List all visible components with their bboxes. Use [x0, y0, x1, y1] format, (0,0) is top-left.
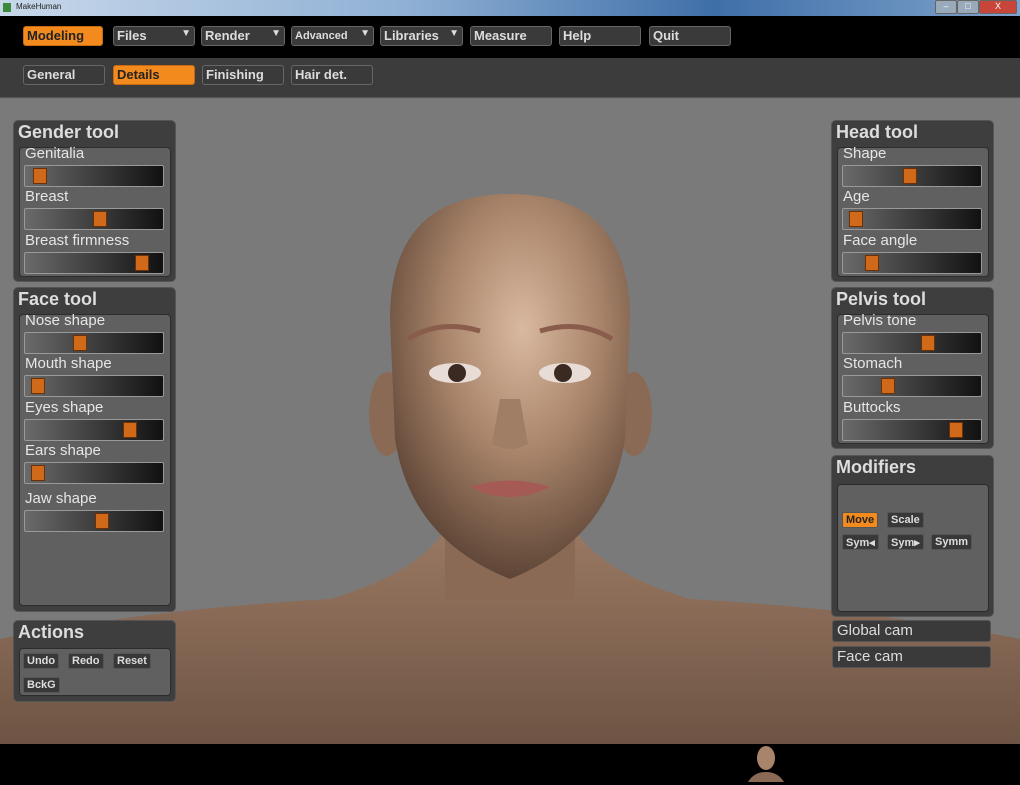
menu-label: Modeling: [27, 28, 85, 43]
slider-thumb[interactable]: [30, 378, 45, 394]
model-thumbnail[interactable]: [746, 744, 786, 782]
stomach-slider[interactable]: [842, 375, 982, 397]
slider-thumb[interactable]: [135, 255, 149, 271]
modifiers-group: Move Scale Sym◂ Sym▸ Symm: [837, 484, 989, 612]
menu-modeling[interactable]: Modeling: [23, 26, 103, 46]
breast-slider[interactable]: [24, 208, 164, 230]
bottom-bar: [0, 744, 1020, 785]
panel-title: Head tool: [836, 122, 919, 142]
menu-label: Advanced: [295, 30, 348, 42]
slider-label: Nose shape: [25, 312, 106, 329]
nose-shape-slider[interactable]: [24, 332, 164, 354]
background-button[interactable]: BckG: [23, 677, 60, 693]
slider-label: Breast firmness: [25, 232, 130, 249]
slider-label: Jaw shape: [25, 490, 97, 507]
age-slider[interactable]: [842, 208, 982, 230]
chevron-down-icon: ▼: [449, 28, 459, 39]
modifiers-panel: Modifiers Move Scale Sym◂ Sym▸ Symm: [831, 455, 994, 617]
slider-label: Breast: [25, 188, 69, 205]
slider-thumb[interactable]: [30, 465, 45, 481]
slider-thumb[interactable]: [920, 335, 935, 351]
chevron-down-icon: ▼: [360, 28, 370, 39]
menu-label: Measure: [474, 28, 527, 43]
genitalia-slider[interactable]: [24, 165, 164, 187]
redo-button[interactable]: Redo: [68, 653, 104, 669]
scale-button[interactable]: Scale: [887, 512, 924, 528]
menu-render[interactable]: Render ▼: [201, 26, 285, 46]
window-title: MakeHuman: [16, 2, 62, 11]
breast-firmness-slider[interactable]: [24, 252, 164, 274]
pelvis-tone-slider[interactable]: [842, 332, 982, 354]
tab-hair-details[interactable]: Hair det.: [291, 65, 373, 85]
reset-button[interactable]: Reset: [113, 653, 151, 669]
sym-left-button[interactable]: Sym◂: [842, 534, 879, 550]
actions-group: Undo Redo Reset BckG: [19, 648, 171, 696]
chevron-down-icon: ▼: [271, 28, 281, 39]
face-angle-slider[interactable]: [842, 252, 982, 274]
slider-thumb[interactable]: [72, 335, 87, 351]
3d-viewport[interactable]: Gender tool Face tool Actions Undo Redo …: [0, 99, 1020, 744]
menu-label: Libraries: [384, 28, 439, 43]
menu-measure[interactable]: Measure: [470, 26, 552, 46]
tab-general[interactable]: General: [23, 65, 105, 85]
slider-thumb[interactable]: [902, 168, 917, 184]
slider-label: Face angle: [843, 232, 918, 249]
slider-label: Mouth shape: [25, 355, 112, 372]
actions-panel: Actions Undo Redo Reset BckG: [13, 620, 176, 702]
tab-details[interactable]: Details: [113, 65, 195, 85]
panel-title: Modifiers: [836, 457, 917, 477]
slider-thumb[interactable]: [865, 255, 880, 271]
slider-label: Eyes shape: [25, 399, 104, 416]
slider-thumb[interactable]: [123, 422, 137, 438]
symmetry-button[interactable]: Symm: [931, 534, 973, 550]
main-menu: Modeling Files ▼ Render ▼ Advanced ▼ Librar…: [0, 16, 1020, 58]
panel-title: Face tool: [18, 289, 98, 309]
title-bar: MakeHuman – □ X: [0, 0, 1020, 16]
slider-thumb[interactable]: [33, 168, 47, 184]
close-button[interactable]: X: [979, 0, 1017, 14]
slider-thumb[interactable]: [93, 211, 107, 227]
slider-label: Shape: [843, 145, 887, 162]
slider-label: Age: [843, 188, 870, 205]
chevron-down-icon: ▼: [181, 28, 191, 39]
menu-help[interactable]: Help: [559, 26, 641, 46]
undo-button[interactable]: Undo: [23, 653, 60, 669]
slider-thumb[interactable]: [881, 378, 895, 394]
buttocks-slider[interactable]: [842, 419, 982, 441]
slider-label: Buttocks: [843, 399, 901, 416]
menu-label: Help: [563, 28, 592, 43]
eyes-shape-slider[interactable]: [24, 419, 164, 441]
mouth-shape-slider[interactable]: [24, 375, 164, 397]
slider-label: Ears shape: [25, 442, 101, 459]
menu-advanced[interactable]: Advanced ▼: [291, 26, 374, 46]
tab-finishing[interactable]: Finishing: [202, 65, 284, 85]
global-cam-button[interactable]: Global cam: [832, 620, 991, 642]
slider-label: Genitalia: [25, 145, 85, 162]
minimize-button[interactable]: –: [935, 0, 957, 14]
panel-title: Pelvis tool: [836, 289, 927, 309]
menu-label: Render: [205, 28, 250, 43]
sym-right-button[interactable]: Sym▸: [887, 534, 924, 550]
slider-thumb[interactable]: [848, 211, 863, 227]
slider-thumb[interactable]: [949, 422, 964, 438]
jaw-shape-slider[interactable]: [24, 510, 164, 532]
move-button[interactable]: Move: [842, 512, 879, 528]
slider-label: Stomach: [843, 355, 903, 372]
shape-slider[interactable]: [842, 165, 982, 187]
menu-files[interactable]: Files ▼: [113, 26, 195, 46]
menu-label: Files: [117, 28, 147, 43]
slider-label: Pelvis tone: [843, 312, 917, 329]
slider-thumb[interactable]: [95, 513, 110, 529]
sub-tabs: General Details Finishing Hair det.: [0, 58, 1020, 98]
app-icon: [3, 3, 11, 12]
panel-title: Gender tool: [18, 122, 120, 142]
menu-quit[interactable]: Quit: [649, 26, 731, 46]
maximize-button[interactable]: □: [957, 0, 979, 14]
menu-label: Quit: [653, 28, 679, 43]
ears-shape-slider[interactable]: [24, 462, 164, 484]
face-cam-button[interactable]: Face cam: [832, 646, 991, 668]
panel-title: Actions: [18, 622, 85, 642]
menu-libraries[interactable]: Libraries ▼: [380, 26, 463, 46]
